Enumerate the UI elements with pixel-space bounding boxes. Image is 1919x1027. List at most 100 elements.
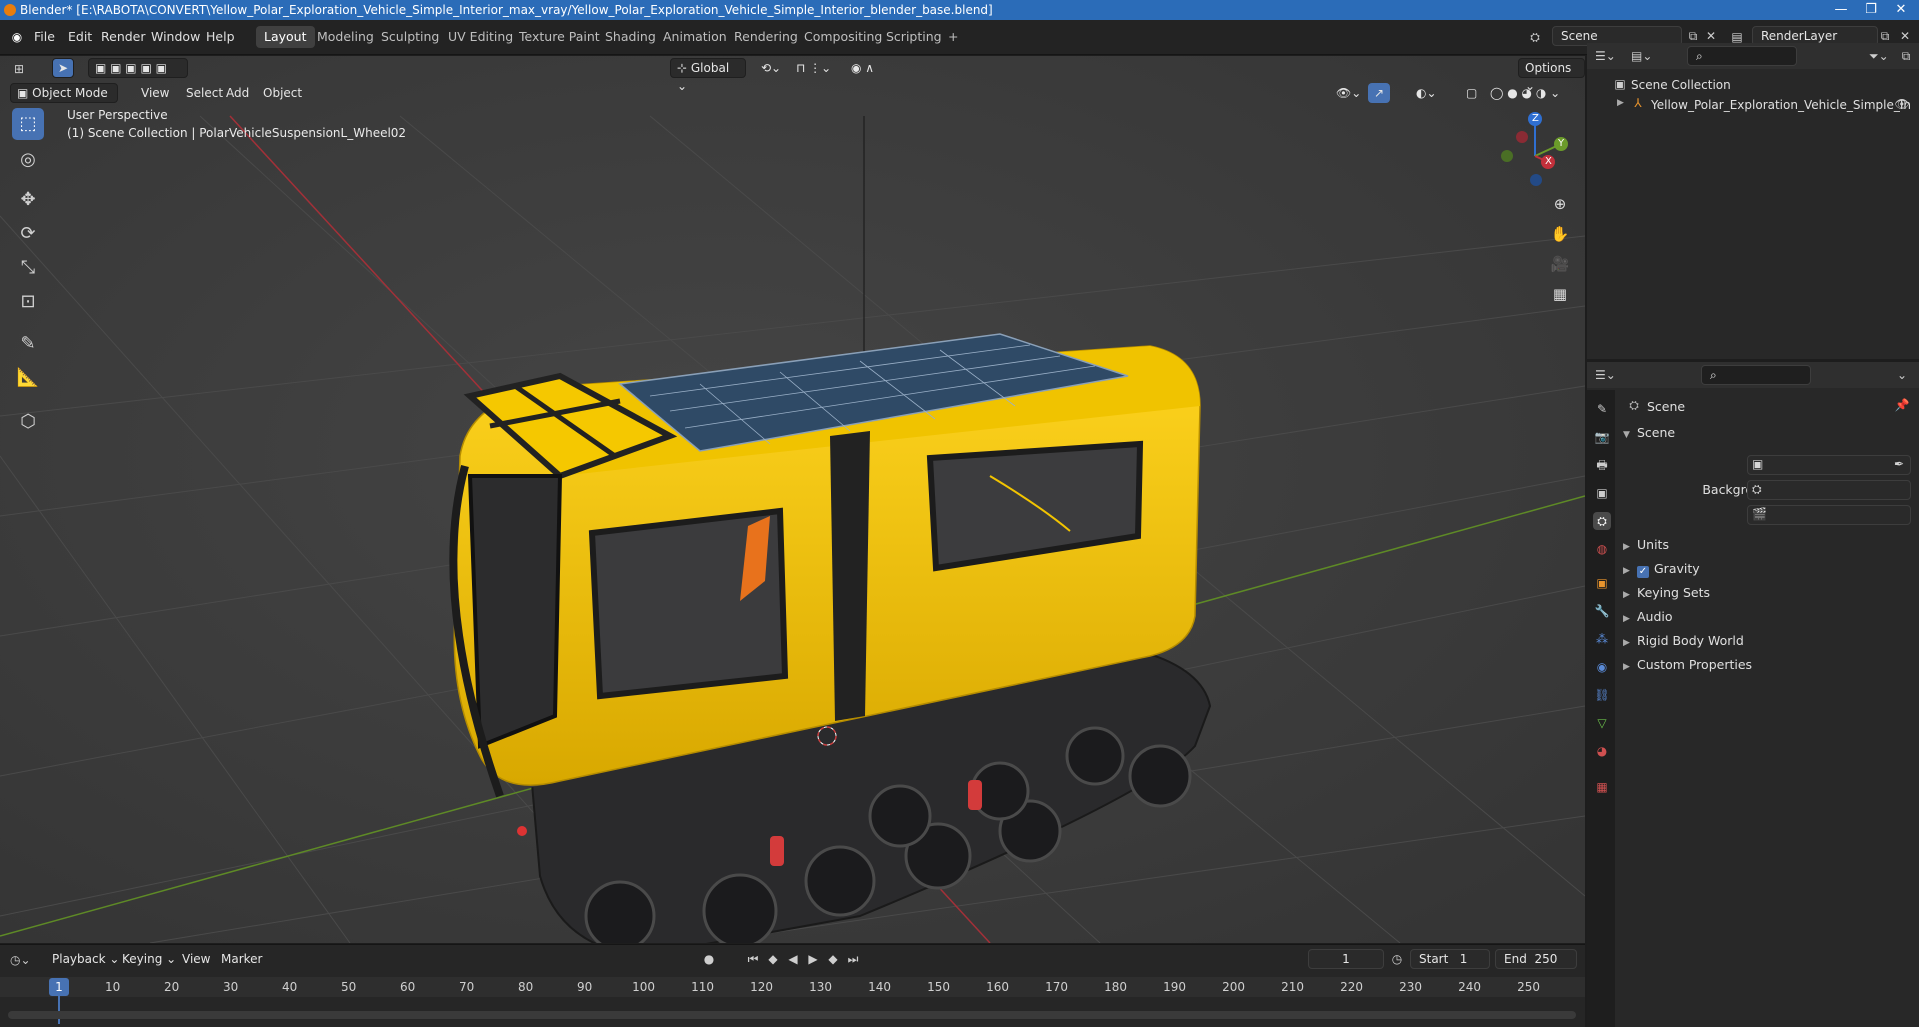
tab-animation[interactable]: Animation xyxy=(655,26,735,48)
properties-editor-type-icon[interactable]: ☰⌄ xyxy=(1595,366,1616,384)
scene-panel-header[interactable]: ▼ Scene xyxy=(1623,422,1913,444)
tab-uv-editing[interactable]: UV Editing xyxy=(440,26,521,48)
timeline-scrollbar[interactable] xyxy=(8,1011,1576,1019)
gravity-checkbox[interactable]: ✓ xyxy=(1637,566,1649,578)
menu-window[interactable]: Window xyxy=(151,29,200,44)
ortho-toggle-icon[interactable]: ▦ xyxy=(1546,280,1574,308)
preview-range-icon[interactable]: ◷ xyxy=(1388,950,1406,968)
maximize-button[interactable]: ❐ xyxy=(1856,0,1886,20)
current-frame-field[interactable]: 1 xyxy=(1308,949,1384,969)
add-cube-tool-icon[interactable]: ⬡ xyxy=(12,406,44,438)
menu-render[interactable]: Render xyxy=(101,29,146,44)
rigid-body-world-panel-header[interactable]: ▶ Rigid Body World xyxy=(1623,630,1744,652)
display-mode-icon[interactable]: ▤⌄ xyxy=(1631,47,1652,65)
timeline-editor-type-icon[interactable]: ◷⌄ xyxy=(10,951,31,969)
cursor-tool-icon[interactable]: ◎ xyxy=(12,144,44,176)
physics-tab-icon[interactable]: ◉ xyxy=(1593,658,1611,676)
viewport-menu-view[interactable]: View xyxy=(135,83,175,103)
active-clip-field[interactable]: 🎬 xyxy=(1747,505,1911,525)
timeline-menu-marker[interactable]: Marker xyxy=(215,949,268,969)
outliner-item-vehicle[interactable]: Yellow_Polar_Exploration_Vehicle_Simple_… xyxy=(1651,98,1911,112)
viewport-scene[interactable] xyxy=(0,56,1585,943)
close-button[interactable]: ✕ xyxy=(1886,0,1916,20)
pan-hand-icon[interactable]: ✋ xyxy=(1546,220,1574,248)
scene-collection-label[interactable]: Scene Collection xyxy=(1631,78,1731,92)
world-tab-icon[interactable]: ◍ xyxy=(1593,540,1611,558)
expand-arrow-icon[interactable]: ▶ xyxy=(1617,98,1624,108)
audio-panel-header[interactable]: ▶ Audio xyxy=(1623,606,1673,628)
tab-texture-paint[interactable]: Texture Paint xyxy=(511,26,608,48)
blender-menu-icon[interactable]: ◉ xyxy=(8,28,26,46)
data-tab-icon[interactable]: ▽ xyxy=(1593,714,1611,732)
selection-mode-buttons[interactable]: ▣ ▣ ▣ ▣ ▣ xyxy=(88,58,188,78)
object-tab-icon[interactable]: ▣ xyxy=(1593,574,1611,592)
properties-editor[interactable]: ☰⌄ ⌕ ⌄ ✎ 📷 🖶 ▣ ⛭ ◍ ▣ 🔧 ⁂ ◉ ⛓ ▽ ◕ ▦ ⛭ Sce… xyxy=(1587,362,1919,1027)
modifier-tab-icon[interactable]: 🔧 xyxy=(1593,602,1611,620)
tab-shading[interactable]: Shading xyxy=(597,26,664,48)
overlay-toggle-icon[interactable]: ◐⌄ xyxy=(1410,83,1443,103)
transform-orientation-dropdown[interactable]: ⊹ Global ⌄ xyxy=(670,58,746,93)
texture-tab-icon[interactable]: ▦ xyxy=(1593,778,1611,796)
units-panel-header[interactable]: ▶ Units xyxy=(1623,534,1669,556)
tool-tab-icon[interactable]: ✎ xyxy=(1593,400,1611,418)
move-tool-icon[interactable]: ✥ xyxy=(12,184,44,216)
tab-sculpting[interactable]: Sculpting xyxy=(373,26,447,48)
custom-properties-panel-header[interactable]: ▶ Custom Properties xyxy=(1623,654,1752,676)
outliner-editor[interactable]: ☰⌄ ▤⌄ ⌕ ⏷⌄ ⧉ ▣ Scene Collection ▶ ⅄ Yell… xyxy=(1587,43,1919,359)
play-reverse-icon[interactable]: ◀ xyxy=(784,950,802,968)
tab-compositing[interactable]: Compositing xyxy=(796,26,890,48)
scale-tool-icon[interactable]: ⤡ xyxy=(12,252,44,284)
options-dropdown[interactable]: Options ⌄ xyxy=(1518,58,1585,93)
filter-icon[interactable]: ⏷⌄ xyxy=(1869,47,1889,65)
background-scene-field[interactable]: ⛭ xyxy=(1747,480,1911,500)
mode-dropdown[interactable]: ▣ Object Mode ⌄ xyxy=(10,83,118,118)
outliner-search-input[interactable]: ⌕ xyxy=(1687,46,1797,66)
visibility-eye-icon[interactable]: 👁 xyxy=(1893,95,1911,113)
pivot-point-icon[interactable]: ⟲⌄ xyxy=(755,58,787,78)
material-tab-icon[interactable]: ◕ xyxy=(1593,742,1611,760)
shading-modes-icon[interactable]: ◯ ● ◕ ◑ ⌄ xyxy=(1484,83,1566,103)
editor-type-icon[interactable]: ⊞ xyxy=(10,60,28,78)
menu-help[interactable]: Help xyxy=(206,29,235,44)
proportional-edit-icon[interactable]: ◉ ∧ xyxy=(845,58,880,78)
camera-view-icon[interactable]: 🎥 xyxy=(1546,250,1574,278)
play-icon[interactable]: ▶ xyxy=(804,950,822,968)
output-tab-icon[interactable]: 🖶 xyxy=(1593,456,1611,474)
pin-icon[interactable]: 📌 xyxy=(1893,396,1911,414)
snap-icon[interactable]: ⊓ ⋮⌄ xyxy=(790,58,837,78)
viewport-menu-add[interactable]: Add xyxy=(220,83,255,103)
tab-scripting[interactable]: Scripting xyxy=(878,26,950,48)
scene-tab-icon[interactable]: ⛭ xyxy=(1593,512,1611,530)
constraints-tab-icon[interactable]: ⛓ xyxy=(1593,686,1611,704)
properties-search-input[interactable]: ⌕ xyxy=(1701,365,1811,385)
outliner-editor-type-icon[interactable]: ☰⌄ xyxy=(1595,47,1616,65)
transform-tool-icon[interactable]: ⊡ xyxy=(12,286,44,318)
view-layer-tab-icon[interactable]: ▣ xyxy=(1593,484,1611,502)
start-frame-field[interactable]: Start 1 xyxy=(1410,949,1490,969)
tab-rendering[interactable]: Rendering xyxy=(726,26,806,48)
scene-icon[interactable]: ⛭ xyxy=(1526,28,1544,46)
visibility-icon[interactable]: 👁⌄ xyxy=(1330,83,1367,103)
xray-toggle-icon[interactable]: ▢ xyxy=(1460,83,1483,103)
record-icon[interactable]: ● xyxy=(700,950,718,968)
add-workspace-button[interactable]: + xyxy=(940,26,966,48)
new-collection-icon[interactable]: ⧉ xyxy=(1897,47,1915,65)
menu-file[interactable]: File xyxy=(34,29,55,44)
minimize-button[interactable]: — xyxy=(1826,0,1856,20)
rotate-tool-icon[interactable]: ⟳ xyxy=(12,218,44,250)
eyedropper-icon[interactable]: ✒ xyxy=(1894,457,1904,471)
keying-sets-panel-header[interactable]: ▶ Keying Sets xyxy=(1623,582,1710,604)
jump-end-icon[interactable]: ⏭ xyxy=(844,950,862,968)
timeline-menu-keying[interactable]: Keying ⌄ xyxy=(116,949,182,969)
properties-options-icon[interactable]: ⌄ xyxy=(1893,366,1911,384)
gravity-panel-header[interactable]: ▶ ✓ Gravity xyxy=(1623,558,1700,580)
timeline-menu-playback[interactable]: Playback ⌄ xyxy=(46,949,125,969)
camera-field[interactable]: ▣ ✒ xyxy=(1747,455,1911,475)
prev-keyframe-icon[interactable]: ◆ xyxy=(764,950,782,968)
select-box-icon[interactable]: ➤ xyxy=(52,58,74,78)
zoom-icon[interactable]: ⊕ xyxy=(1546,190,1574,218)
timeline-editor[interactable]: ◷⌄ Playback ⌄ Keying ⌄ View Marker ● ⏮ ◆… xyxy=(0,944,1585,1027)
select-tool-icon[interactable]: ⬚ xyxy=(12,108,44,140)
particles-tab-icon[interactable]: ⁂ xyxy=(1593,630,1611,648)
timeline-menu-view[interactable]: View xyxy=(176,949,216,969)
